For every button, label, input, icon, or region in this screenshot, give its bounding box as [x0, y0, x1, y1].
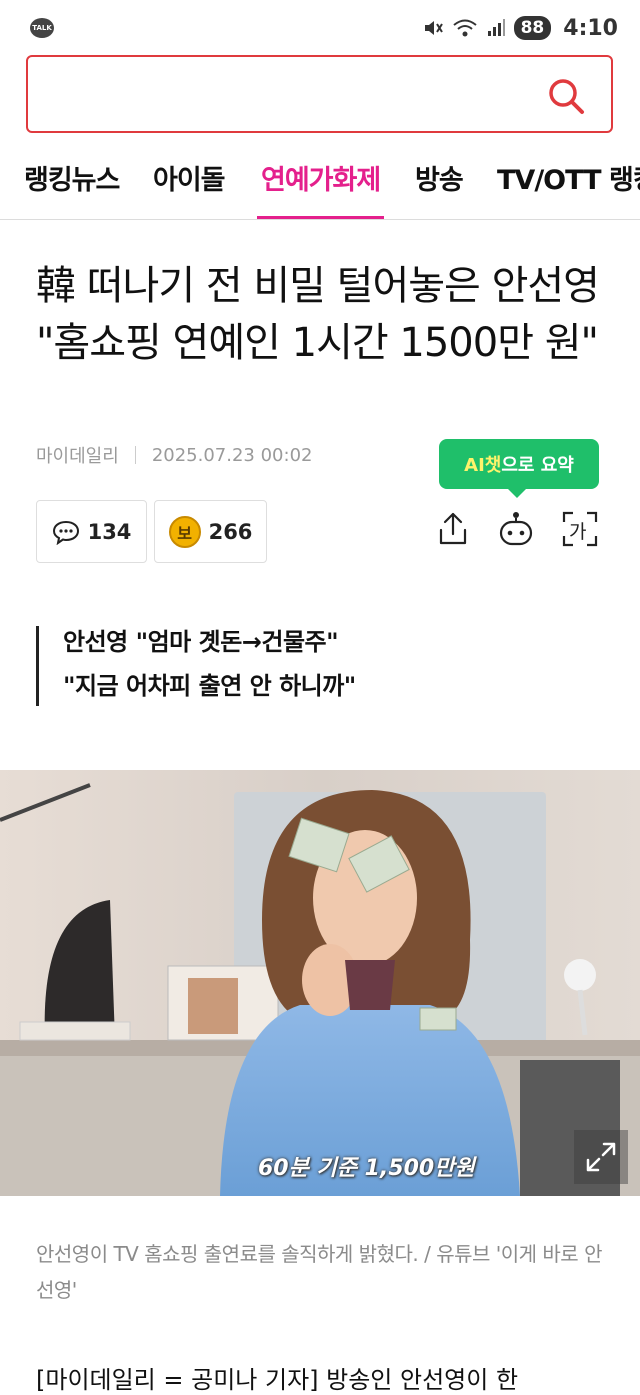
comment-count: 134	[87, 519, 132, 544]
comment-button[interactable]: 134	[36, 500, 147, 563]
wifi-icon	[452, 19, 477, 37]
status-time: 4:10	[563, 15, 618, 41]
search-icon[interactable]	[547, 77, 585, 115]
reaction-button[interactable]: 보 266	[154, 500, 267, 563]
comment-icon	[52, 520, 79, 545]
tab-broadcast[interactable]: 방송	[415, 158, 464, 219]
talk-badge-text: TALK	[32, 24, 52, 32]
article-headline: 韓 떠나기 전 비밀 털어놓은 안선영 "홈쇼핑 연예인 1시간 1500만 원…	[36, 263, 600, 366]
photo-illustration	[0, 770, 640, 1196]
ai-summary-suffix: 으로 요약	[501, 455, 574, 476]
status-icons: 88 4:10	[422, 16, 618, 41]
battery-indicator: 88	[513, 16, 552, 40]
article-meta: 마이데일리 2025.07.23 00:02	[36, 442, 312, 468]
search-input[interactable]	[26, 55, 613, 133]
subheadline-line-2: "지금 어차피 출연 안 하니까"	[63, 672, 356, 700]
share-icon[interactable]	[437, 510, 469, 548]
photo-caption: 안선영이 TV 홈쇼핑 출연료를 솔직하게 밝혔다. / 유튜브 '이게 바로 …	[36, 1242, 602, 1302]
ai-chat-label: AI챗	[464, 455, 502, 476]
mute-icon	[424, 21, 443, 35]
photo-overlay-text: 60분 기준 1,500만원	[258, 1156, 475, 1181]
expand-icon	[586, 1142, 616, 1172]
article-body-start: [마이데일리 = 공미나 기자] 방송인 안선영이 한	[36, 1366, 519, 1394]
font-size-icon[interactable]: 가	[561, 510, 599, 548]
signal-icon	[487, 19, 505, 36]
font-size-glyph: 가	[569, 521, 587, 543]
subheadline-line-1: 안선영 "엄마 곗돈→건물주"	[63, 628, 339, 656]
category-tabs: 랭킹뉴스 아이돌 연예가화제 방송 TV/OTT 랭킹	[0, 150, 640, 220]
article-datetime: 2025.07.23 00:02	[151, 444, 313, 466]
tab-tv-ott-ranking[interactable]: TV/OTT 랭킹	[497, 158, 640, 219]
article-source[interactable]: 마이데일리	[36, 442, 119, 468]
tab-entertainment-buzz[interactable]: 연예가화제	[257, 158, 385, 219]
meta-divider	[134, 446, 136, 464]
status-bar: TALK 88 4:10	[0, 0, 640, 56]
tab-ranking-news[interactable]: 랭킹뉴스	[24, 158, 120, 219]
expand-photo-button[interactable]	[574, 1130, 628, 1184]
article-photo[interactable]: 60분 기준 1,500만원	[0, 770, 640, 1196]
article-subheadline: 안선영 "엄마 곗돈→건물주" "지금 어차피 출연 안 하니까"	[36, 626, 356, 706]
reaction-count: 266	[208, 519, 253, 544]
ai-summary-button[interactable]: AI챗 으로 요약	[439, 439, 599, 498]
ai-bot-icon[interactable]	[498, 510, 534, 548]
coin-reaction-icon: 보	[168, 515, 201, 548]
tab-idol[interactable]: 아이돌	[153, 158, 226, 219]
kakaotalk-notification-icon: TALK	[30, 18, 54, 38]
